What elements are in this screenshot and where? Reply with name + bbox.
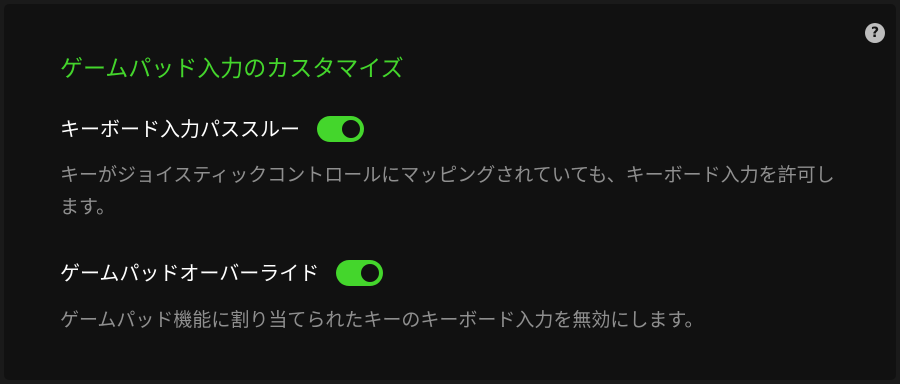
toggle-knob [361,264,380,282]
setting-row-gamepad-override: ゲームパッドオーバーライド [60,258,384,288]
toggle-knob [342,120,360,138]
gamepad-override-description: ゲームパッド機能に割り当てられたキーのキーボード入力を無効にします。 [60,309,704,331]
gamepad-override-label: ゲームパッドオーバーライド [60,261,320,285]
keyboard-passthrough-description: キーがジョイスティックコントロールにマッピングされていても、キーボード入力を許可… [60,164,835,218]
settings-panel: ? ゲームパッド入力のカスタマイズ キーボード入力パススルー キーがジョイスティ… [4,4,896,380]
section-title: ゲームパッド入力のカスタマイズ [60,56,404,82]
gamepad-override-toggle[interactable] [336,260,384,286]
help-icon[interactable]: ? [865,23,885,43]
keyboard-passthrough-toggle[interactable] [317,116,364,142]
keyboard-passthrough-label: キーボード入力パススルー [60,117,300,141]
setting-row-keyboard-passthrough: キーボード入力パススルー [60,114,364,144]
